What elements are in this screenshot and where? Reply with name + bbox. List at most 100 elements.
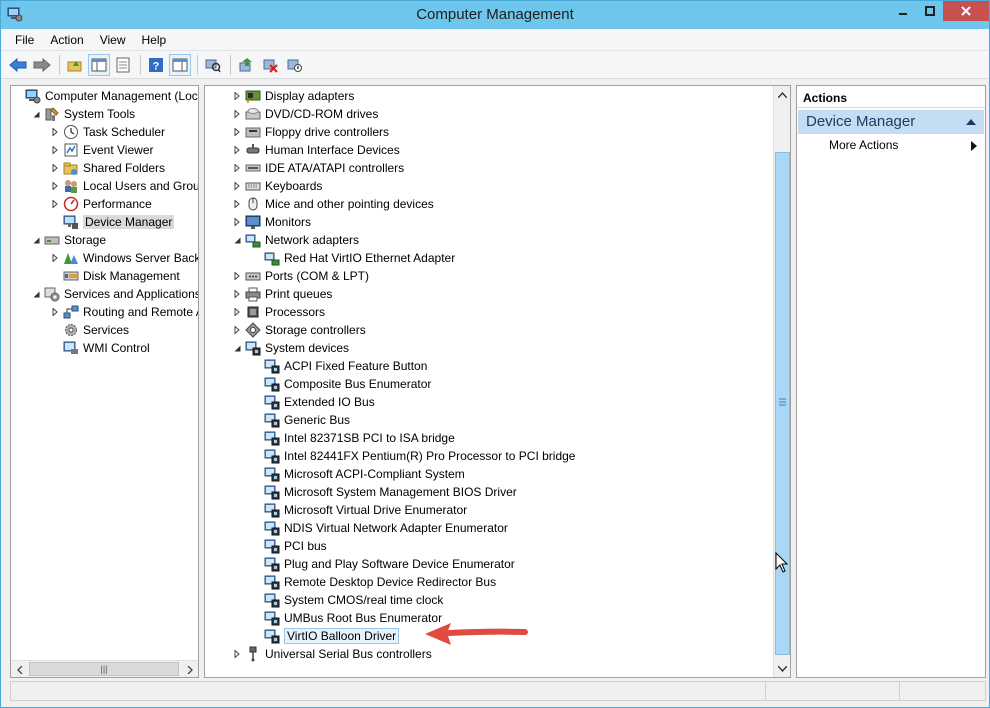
help-button[interactable]: ? — [145, 54, 167, 76]
actions-section-device-manager[interactable]: Device Manager — [798, 110, 984, 134]
properties-button[interactable] — [112, 54, 134, 76]
device-tree-item[interactable]: Red Hat VirtIO Ethernet Adapter — [250, 249, 455, 267]
title-bar[interactable]: Computer Management — [1, 1, 989, 29]
expand-arrow-icon[interactable] — [231, 303, 243, 321]
expand-arrow-icon[interactable] — [231, 159, 243, 177]
device-tree-item[interactable]: VirtIO Balloon Driver — [250, 627, 400, 645]
console-tree-item[interactable]: Event Viewer — [49, 141, 153, 159]
expand-arrow-icon[interactable] — [231, 177, 243, 195]
expand-arrow-icon[interactable] — [231, 87, 243, 105]
device-tree-item[interactable]: Extended IO Bus — [250, 393, 375, 411]
device-tree-item[interactable]: Generic Bus — [250, 411, 350, 429]
console-tree-item[interactable]: Windows Server Backup — [49, 249, 198, 267]
console-tree-item[interactable]: Shared Folders — [49, 159, 165, 177]
device-tree-item[interactable]: Display adapters — [231, 87, 354, 105]
expand-arrow-icon[interactable] — [231, 105, 243, 123]
up-one-level-button[interactable] — [64, 54, 86, 76]
expand-arrow-icon[interactable] — [231, 321, 243, 339]
device-tree-item[interactable]: Microsoft System Management BIOS Driver — [250, 483, 517, 501]
update-driver-button[interactable] — [235, 54, 257, 76]
device-tree-item[interactable]: IDE ATA/ATAPI controllers — [231, 159, 404, 177]
uninstall-device-button[interactable] — [259, 54, 281, 76]
device-tree-item[interactable]: Universal Serial Bus controllers — [231, 645, 432, 663]
horizontal-scroll-thumb[interactable]: ||| — [29, 662, 179, 676]
expand-arrow-icon[interactable] — [49, 249, 61, 267]
scan-hardware-button[interactable] — [202, 54, 224, 76]
device-tree-item[interactable]: System devices — [231, 339, 349, 357]
more-actions-item[interactable]: More Actions — [829, 138, 898, 152]
device-tree-item[interactable]: Human Interface Devices — [231, 141, 400, 159]
horizontal-scrollbar[interactable]: ||| — [11, 660, 198, 677]
show-hide-console-tree-button[interactable] — [88, 53, 110, 76]
back-button[interactable] — [7, 54, 29, 76]
menu-action[interactable]: Action — [42, 33, 91, 47]
device-tree-item[interactable]: System CMOS/real time clock — [250, 591, 443, 609]
vertical-scroll-thumb[interactable] — [775, 152, 790, 655]
menu-view[interactable]: View — [92, 33, 134, 47]
device-tree-item[interactable]: Plug and Play Software Device Enumerator — [250, 555, 515, 573]
console-tree-item[interactable]: Disk Management — [49, 267, 180, 285]
collapse-arrow-icon[interactable] — [231, 339, 243, 357]
console-tree-item[interactable]: Computer Management (Local — [11, 87, 198, 105]
device-tree-item[interactable]: Print queues — [231, 285, 332, 303]
console-tree-item[interactable]: Storage — [30, 231, 106, 249]
scroll-up-button[interactable] — [774, 86, 790, 103]
expand-arrow-icon[interactable] — [49, 123, 61, 141]
console-tree-item[interactable]: System Tools — [30, 105, 135, 123]
expand-arrow-icon[interactable] — [49, 177, 61, 195]
device-tree-item[interactable]: Processors — [231, 303, 325, 321]
device-tree-item[interactable]: Storage controllers — [231, 321, 366, 339]
expand-arrow-icon[interactable] — [231, 213, 243, 231]
console-tree-item[interactable]: Routing and Remote Ac — [49, 303, 198, 321]
device-tree-item[interactable]: Floppy drive controllers — [231, 123, 389, 141]
scroll-down-button[interactable] — [774, 660, 790, 677]
forward-button[interactable] — [31, 54, 53, 76]
console-tree-item[interactable]: Task Scheduler — [49, 123, 165, 141]
expand-arrow-icon[interactable] — [49, 141, 61, 159]
expand-arrow-icon[interactable] — [49, 303, 61, 321]
device-tree-item[interactable]: Monitors — [231, 213, 311, 231]
menu-help[interactable]: Help — [134, 33, 175, 47]
device-tree-item[interactable]: NDIS Virtual Network Adapter Enumerator — [250, 519, 508, 537]
device-tree-item[interactable]: ACPI Fixed Feature Button — [250, 357, 427, 375]
console-tree-item[interactable]: Performance — [49, 195, 152, 213]
console-tree-item[interactable]: Local Users and Groups — [49, 177, 198, 195]
expand-arrow-icon[interactable] — [231, 267, 243, 285]
device-tree-item[interactable]: Microsoft Virtual Drive Enumerator — [250, 501, 467, 519]
close-button[interactable] — [943, 1, 989, 21]
scroll-left-button[interactable] — [11, 661, 28, 677]
collapse-arrow-icon[interactable] — [30, 231, 42, 249]
expand-arrow-icon[interactable] — [231, 285, 243, 303]
device-tree-item[interactable]: Composite Bus Enumerator — [250, 375, 431, 393]
console-tree-item[interactable]: Services — [49, 321, 129, 339]
expand-arrow-icon[interactable] — [49, 159, 61, 177]
device-tree-item[interactable]: Intel 82371SB PCI to ISA bridge — [250, 429, 455, 447]
device-tree-item[interactable]: Keyboards — [231, 177, 322, 195]
menu-file[interactable]: File — [7, 33, 42, 47]
scroll-right-button[interactable] — [181, 661, 198, 677]
console-tree-item[interactable]: Services and Applications — [30, 285, 198, 303]
vertical-scrollbar[interactable] — [773, 86, 790, 677]
collapse-arrow-icon[interactable] — [30, 285, 42, 303]
expand-arrow-icon[interactable] — [231, 645, 243, 663]
device-tree-pane[interactable]: Display adapters DVD/CD-ROM drives Floppy … — [204, 85, 791, 678]
maximize-button[interactable] — [916, 1, 943, 21]
console-tree-item[interactable]: WMI Control — [49, 339, 150, 357]
expand-arrow-icon[interactable] — [231, 141, 243, 159]
device-tree-item[interactable]: Ports (COM & LPT) — [231, 267, 369, 285]
device-tree-item[interactable]: Mice and other pointing devices — [231, 195, 434, 213]
expand-arrow-icon[interactable] — [231, 123, 243, 141]
device-tree-item[interactable]: UMBus Root Bus Enumerator — [250, 609, 442, 627]
show-hide-action-pane-button[interactable] — [169, 53, 191, 76]
device-tree-item[interactable]: Network adapters — [231, 231, 359, 249]
device-tree-item[interactable]: Microsoft ACPI-Compliant System — [250, 465, 465, 483]
device-tree-item[interactable]: DVD/CD-ROM drives — [231, 105, 378, 123]
device-tree-item[interactable]: Intel 82441FX Pentium(R) Pro Processor t… — [250, 447, 575, 465]
collapse-arrow-icon[interactable] — [30, 105, 42, 123]
console-tree-pane[interactable]: Computer Management (Local System Tools Ta… — [10, 85, 199, 678]
enable-device-button[interactable] — [283, 54, 305, 76]
collapse-arrow-icon[interactable] — [231, 231, 243, 249]
device-tree-item[interactable]: PCI bus — [250, 537, 327, 555]
device-tree-item[interactable]: Remote Desktop Device Redirector Bus — [250, 573, 496, 591]
expand-arrow-icon[interactable] — [231, 195, 243, 213]
